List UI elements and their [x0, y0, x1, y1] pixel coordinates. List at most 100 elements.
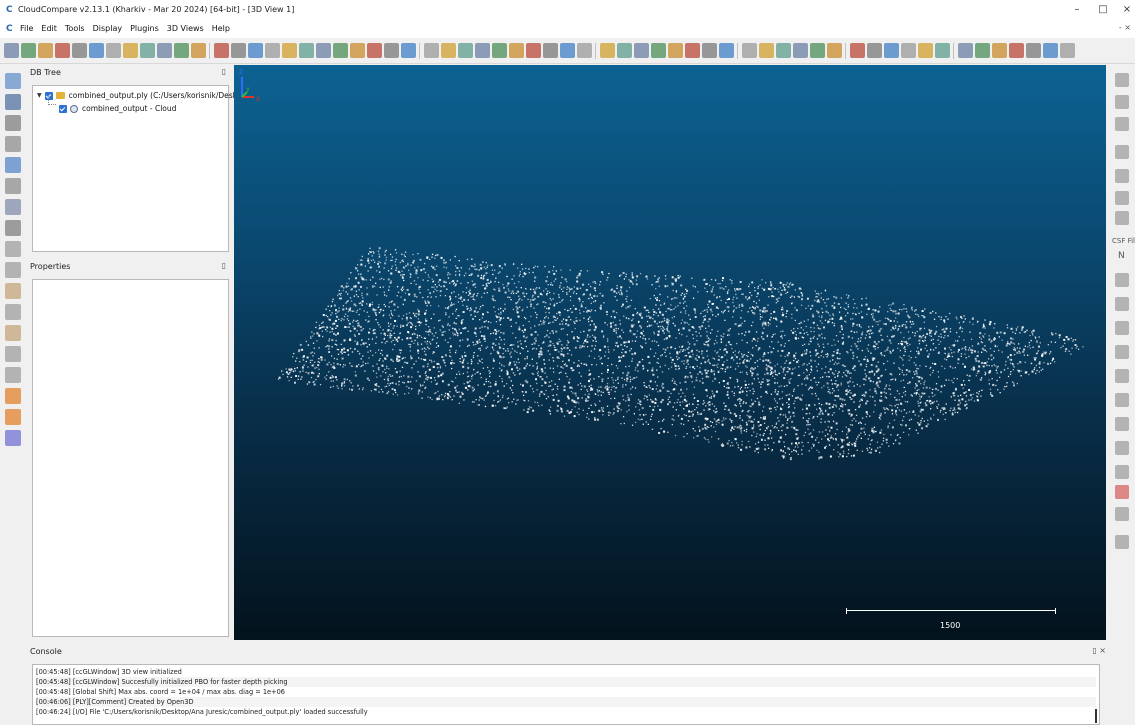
center-icon[interactable]	[5, 220, 21, 236]
noise-filter-icon[interactable]	[265, 43, 280, 58]
expand-arrow-icon[interactable]: ▼	[37, 92, 42, 99]
crosshair-icon[interactable]	[5, 136, 21, 152]
right-view-icon[interactable]	[5, 346, 21, 362]
align-icon[interactable]	[850, 43, 865, 58]
cylinder-icon[interactable]	[958, 43, 973, 58]
menu-3d-views[interactable]: 3D Views	[167, 24, 204, 33]
maximize-button[interactable]: □	[1094, 3, 1112, 17]
top-view-icon[interactable]	[5, 262, 21, 278]
distance-icon[interactable]	[231, 43, 246, 58]
pcv-icon[interactable]	[1115, 297, 1129, 311]
colorimetric-icon[interactable]	[1115, 535, 1129, 549]
broom-icon[interactable]	[1115, 345, 1129, 359]
tree-item-cloud[interactable]: combined_output - Cloud	[59, 104, 176, 113]
tree-item-file[interactable]: ▼ combined_output.ply (C:/Users/korisnik…	[37, 91, 247, 100]
merge-icon[interactable]	[89, 43, 104, 58]
sra-icon[interactable]	[1115, 417, 1129, 431]
volume-icon[interactable]	[458, 43, 473, 58]
voxfall-icon[interactable]	[1115, 485, 1129, 499]
color-icon[interactable]	[1060, 43, 1075, 58]
qanimation-icon[interactable]	[1115, 321, 1129, 335]
menu-file[interactable]: File	[20, 24, 33, 33]
rotate-icon[interactable]	[5, 178, 21, 194]
db-tree-view[interactable]: ▼ combined_output.ply (C:/Users/korisnik…	[32, 85, 247, 252]
open-file-icon[interactable]	[4, 43, 19, 58]
stereo-icon[interactable]	[5, 430, 21, 446]
render-icon[interactable]	[492, 43, 507, 58]
scalar-field-icon[interactable]	[333, 43, 348, 58]
subsample-icon[interactable]	[702, 43, 717, 58]
plugin-icon[interactable]	[526, 43, 541, 58]
menu-edit[interactable]: Edit	[41, 24, 57, 33]
filter-icon[interactable]	[719, 43, 734, 58]
crop-icon[interactable]	[282, 43, 297, 58]
bottom-view-icon[interactable]	[5, 367, 21, 383]
zoom-fit-icon[interactable]	[5, 115, 21, 131]
translate-icon[interactable]	[668, 43, 683, 58]
histogram-icon[interactable]	[350, 43, 365, 58]
sphere-icon[interactable]	[935, 43, 950, 58]
properties-float-button[interactable]: ▯	[222, 261, 226, 270]
merge-icon[interactable]	[634, 43, 649, 58]
compass-icon[interactable]	[1115, 169, 1129, 183]
mesh-icon[interactable]	[975, 43, 990, 58]
octree-icon[interactable]	[759, 43, 774, 58]
register-icon[interactable]	[316, 43, 331, 58]
cylinder-icon[interactable]	[401, 43, 416, 58]
sample-icon[interactable]	[140, 43, 155, 58]
distance-icon[interactable]	[776, 43, 791, 58]
scalar-field-icon[interactable]	[884, 43, 899, 58]
clone-icon[interactable]	[55, 43, 70, 58]
mplane-icon[interactable]	[1115, 393, 1129, 407]
qhpr-icon[interactable]	[1115, 465, 1129, 479]
back-view-icon[interactable]	[5, 325, 21, 341]
console-scrollbar[interactable]	[1095, 709, 1097, 723]
save-icon[interactable]	[21, 43, 36, 58]
menu-help[interactable]: Help	[212, 24, 230, 33]
close-button[interactable]: ×	[1118, 3, 1135, 17]
perspective-icon[interactable]	[5, 199, 21, 215]
3d-view[interactable]: 1500 Z Y X	[234, 65, 1106, 640]
screenshot-icon[interactable]	[5, 73, 21, 89]
classify-icon[interactable]	[1115, 441, 1129, 455]
plane-icon[interactable]	[367, 43, 382, 58]
mesh-icon[interactable]	[424, 43, 439, 58]
properties-view[interactable]	[32, 279, 229, 637]
delete-icon[interactable]	[72, 43, 87, 58]
canupo-icon[interactable]	[1115, 117, 1129, 131]
normals-label[interactable]: N	[1118, 251, 1125, 261]
cloth-filter-icon[interactable]	[1115, 73, 1129, 87]
poisson-icon[interactable]	[1115, 369, 1129, 383]
register-icon[interactable]	[867, 43, 882, 58]
normals-icon[interactable]	[191, 43, 206, 58]
segment-icon[interactable]	[651, 43, 666, 58]
contour-icon[interactable]	[1026, 43, 1041, 58]
ransac-icon[interactable]	[1115, 211, 1129, 225]
global-shift-icon[interactable]	[577, 43, 592, 58]
delaunay-icon[interactable]	[441, 43, 456, 58]
iso-view-1-icon[interactable]	[5, 388, 21, 404]
open-file-icon[interactable]	[543, 43, 558, 58]
console-controls[interactable]: ▯ ×	[1092, 646, 1106, 655]
3dmasc-icon[interactable]	[1115, 507, 1129, 521]
octree-icon[interactable]	[214, 43, 229, 58]
normals-icon[interactable]	[742, 43, 757, 58]
filter-icon[interactable]	[174, 43, 189, 58]
console-log[interactable]: [00:45:48] [ccGLWindow] 3D view initiali…	[32, 664, 1100, 725]
hough-icon[interactable]	[1115, 191, 1129, 205]
global-shift-icon[interactable]	[38, 43, 53, 58]
m3c2-icon[interactable]	[1115, 95, 1129, 109]
menu-display[interactable]: Display	[93, 24, 123, 33]
facets-icon[interactable]	[1115, 145, 1129, 159]
sor-filter-icon[interactable]	[793, 43, 808, 58]
noise-filter-icon[interactable]	[810, 43, 825, 58]
zoom-icon[interactable]	[5, 241, 21, 257]
sphere-icon[interactable]	[384, 43, 399, 58]
sample-icon[interactable]	[685, 43, 700, 58]
color-icon[interactable]	[509, 43, 524, 58]
pick-center-icon[interactable]	[5, 157, 21, 173]
front-view-icon[interactable]	[5, 283, 21, 299]
clone-icon[interactable]	[600, 43, 615, 58]
minimize-button[interactable]: –	[1068, 3, 1086, 17]
iso-view-2-icon[interactable]	[5, 409, 21, 425]
